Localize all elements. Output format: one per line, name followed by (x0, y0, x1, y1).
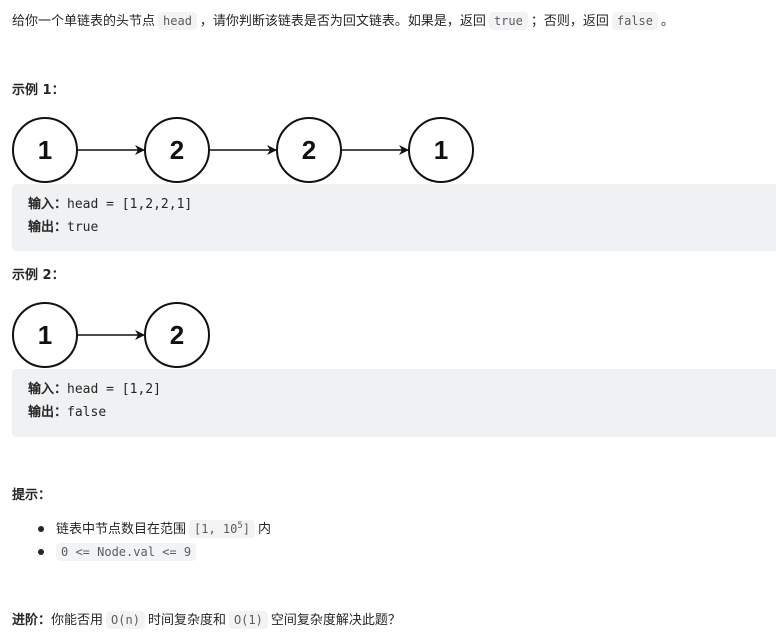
follow-up-text: 时间复杂度和 (147, 613, 226, 628)
description-text: ，请你判断该链表是否为回文链表。如果是，返回 (199, 14, 486, 29)
list-node-value: 2 (302, 135, 316, 165)
bullet-icon (38, 526, 44, 532)
list-node-value: 1 (434, 135, 448, 165)
constraint-suffix: 内 (258, 522, 272, 537)
description-text: ；否则，返回 (530, 14, 609, 29)
example-2-io-box: 输入：head = [1,2] 输出：false (12, 369, 776, 437)
constraint-item: 0 <= Node.val <= 9 (36, 541, 271, 564)
constraints-list: 链表中节点数目在范围 [1, 105] 内 0 <= Node.val <= 9 (36, 518, 271, 564)
space-complexity-code: O(1) (228, 611, 268, 629)
time-complexity-code: O(n) (106, 611, 145, 629)
example-1-output: 输出：true (28, 218, 98, 238)
example-2-output: 输出：false (28, 403, 106, 423)
constraint-value-code: 0 <= Node.val <= 9 (56, 543, 197, 561)
output-value: false (67, 405, 107, 420)
follow-up-text: 你能否用 (51, 613, 104, 628)
inline-code-true: true (488, 12, 528, 30)
example-2-linked-list-diagram: 12 (12, 302, 210, 368)
output-label: 输出： (28, 220, 68, 235)
list-node-value: 2 (170, 135, 184, 165)
bullet-icon (38, 549, 44, 555)
example-1-input: 输入：head = [1,2,2,1] (28, 195, 192, 215)
example-1-linked-list-diagram: 1 2 2 1 (12, 117, 474, 183)
input-value: head = [1,2,2,1] (67, 197, 193, 212)
list-node-value: 1 (38, 320, 52, 350)
example-2-title: 示例 2： (12, 268, 65, 283)
input-value: head = [1,2] (67, 382, 161, 397)
list-node-value: 2 (170, 320, 184, 350)
list-node-value: 1 (38, 135, 52, 165)
output-value: true (67, 220, 99, 235)
hints-title: 提示： (12, 488, 52, 503)
example-1-io-box: 输入：head = [1,2,2,1] 输出：true (12, 184, 776, 251)
follow-up-label: 进阶： (12, 613, 52, 628)
input-label: 输入： (28, 197, 68, 212)
input-label: 输入： (28, 382, 68, 397)
follow-up: 进阶：你能否用 O(n) 时间复杂度和 O(1) 空间复杂度解决此题？ (12, 610, 401, 631)
follow-up-text: 空间复杂度解决此题？ (270, 613, 401, 628)
problem-description: 给你一个单链表的头节点 head ，请你判断该链表是否为回文链表。如果是，返回 tru… (12, 11, 674, 32)
inline-code-false: false (611, 12, 658, 30)
description-text: 。 (660, 14, 674, 29)
example-2-input: 输入：head = [1,2] (28, 380, 161, 400)
code-base: [1, 10 (194, 522, 238, 536)
constraint-text: 链表中节点数目在范围 (56, 522, 187, 537)
code-end: ] (242, 522, 251, 536)
constraint-range-code: [1, 105] (189, 520, 256, 538)
inline-code-head: head (158, 12, 197, 30)
example-1-title: 示例 1： (12, 83, 65, 98)
constraint-item: 链表中节点数目在范围 [1, 105] 内 (36, 518, 271, 541)
output-label: 输出： (28, 405, 68, 420)
description-text: 给你一个单链表的头节点 (12, 14, 156, 29)
